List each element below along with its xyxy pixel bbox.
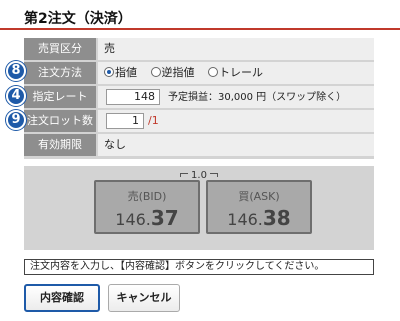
expiry-value: なし: [98, 134, 374, 156]
cancel-button[interactable]: キャンセル: [108, 284, 180, 312]
radio-empty-icon: [208, 67, 218, 77]
side-label: 売買区分: [24, 38, 96, 60]
bid-label: 売(BID): [127, 190, 167, 203]
quantity-input[interactable]: 1: [106, 113, 144, 129]
price-label: 指定レート: [24, 86, 96, 108]
bracket-left-icon: [179, 173, 188, 177]
side-value: 売: [98, 38, 374, 60]
quote-panel: 1.0 売(BID) 146.37 買(ASK) 146.38: [24, 166, 374, 250]
quantity-label: 注文ロット数: [24, 110, 96, 132]
order-form: 売買区分 売 注文方法 指値 逆指値 トレール 指定レート 148 予定損益：30…: [24, 38, 374, 159]
radio-empty-icon: [150, 67, 161, 77]
step-badge-8: 8: [6, 61, 26, 81]
order-method-row: 注文方法 指値 逆指値 トレール: [24, 62, 374, 84]
price-input[interactable]: 148: [106, 89, 160, 105]
price-row: 指定レート 148 予定損益：30,000 円（スワップ除く）: [24, 86, 374, 108]
title-bar: 第2注文（決済）: [0, 0, 400, 30]
expected-profit-text: 予定損益：30,000 円（スワップ除く）: [168, 92, 347, 103]
expiry-label: 有効期限: [24, 134, 96, 156]
ask-price: 146.38: [227, 206, 291, 230]
order-method-label: 注文方法: [24, 62, 96, 84]
step-badge-9: 9: [6, 110, 26, 130]
order-method-options: 指値 逆指値 トレール: [98, 62, 374, 84]
ask-button[interactable]: 買(ASK) 146.38: [206, 180, 312, 234]
price-cell: 148 予定損益：30,000 円（スワップ除く）: [98, 86, 374, 108]
side-row: 売買区分 売: [24, 38, 374, 60]
bracket-right-icon: [210, 173, 219, 177]
page-title: 第2注文（決済）: [24, 11, 132, 27]
bid-price: 146.37: [115, 206, 179, 230]
bid-button[interactable]: 売(BID) 146.37: [94, 180, 200, 234]
radio-selected-icon: [104, 67, 114, 77]
radio-limit[interactable]: 指値: [104, 62, 137, 84]
step-badge-4: 4: [6, 86, 26, 106]
quantity-row: 注文ロット数 1/1: [24, 110, 374, 132]
quantity-limit: /1: [148, 114, 159, 127]
instruction-message: 注文内容を入力し、【内容確認】ボタンをクリックしてください。: [24, 259, 374, 275]
quantity-cell: 1/1: [98, 110, 374, 132]
radio-trail[interactable]: トレール: [208, 62, 263, 84]
confirm-button[interactable]: 内容確認: [24, 284, 100, 312]
radio-stop[interactable]: 逆指値: [150, 62, 195, 84]
expiry-row: 有効期限 なし: [24, 134, 374, 156]
ask-label: 買(ASK): [238, 190, 280, 203]
